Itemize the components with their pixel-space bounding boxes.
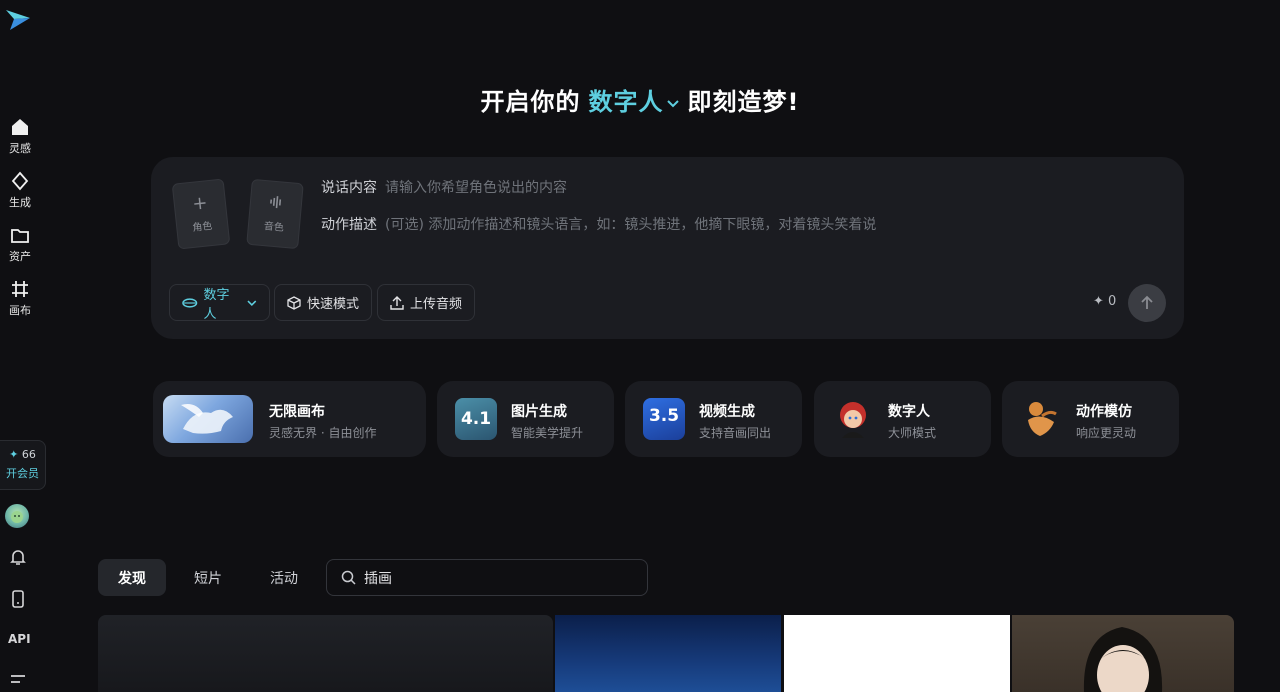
points-count: 66 bbox=[21, 448, 36, 461]
prompt-composer: + 角色 音色 说话内容 请输入你希望角色说出的内容 动作描述 (可选) 添加动作描… bbox=[151, 157, 1184, 339]
feature-subtitle: 大师模式 bbox=[888, 426, 937, 440]
pegasus-icon bbox=[181, 404, 233, 434]
chevron-down-icon[interactable] bbox=[666, 96, 680, 110]
sparkle-icon: ✦ bbox=[9, 448, 19, 461]
dancer-figure-icon bbox=[1028, 402, 1057, 436]
fast-mode-button[interactable]: 快速模式 bbox=[274, 284, 372, 321]
plus-icon: + bbox=[191, 192, 209, 215]
feature-card-infinite-canvas[interactable]: 无限画布 灵感无界 · 自由创作 bbox=[153, 381, 426, 457]
sidebar-item-generate[interactable]: 生成 bbox=[0, 171, 40, 210]
feature-card-image-generation[interactable]: 4.1 图片生成 智能美学提升 bbox=[437, 381, 614, 457]
headline-mode-selector[interactable]: 数字人 bbox=[589, 88, 664, 116]
vip-label: 开会员 bbox=[6, 467, 39, 480]
feature-card-digital-human[interactable]: 数字人 大师模式 bbox=[814, 381, 991, 457]
sidebar-item-label: 灵感 bbox=[9, 142, 31, 155]
character-upload-slot[interactable]: + 角色 bbox=[171, 178, 231, 250]
app-logo-icon[interactable] bbox=[4, 6, 32, 32]
gallery-item[interactable] bbox=[1012, 615, 1234, 692]
feature-title: 视频生成 bbox=[699, 404, 755, 420]
tab-activities[interactable]: 活动 bbox=[250, 559, 318, 596]
api-link[interactable]: API bbox=[8, 632, 31, 646]
headline-suffix: 即刻造梦! bbox=[687, 88, 800, 116]
upload-audio-button[interactable]: 上传音频 bbox=[377, 284, 475, 321]
chip-label: 上传音频 bbox=[410, 297, 463, 312]
gallery-item[interactable] bbox=[784, 615, 1010, 692]
voice-upload-slot[interactable]: 音色 bbox=[246, 178, 304, 250]
sidebar-item-assets[interactable]: 资产 bbox=[0, 225, 40, 264]
tab-discover[interactable]: 发现 bbox=[98, 559, 166, 596]
sidebar-item-inspiration[interactable]: 灵感 bbox=[0, 117, 40, 156]
search-icon bbox=[341, 570, 356, 585]
bell-icon[interactable] bbox=[8, 547, 28, 567]
pegasus-thumbnail bbox=[163, 395, 253, 443]
chip-label: 数字人 bbox=[203, 287, 230, 322]
cube-icon bbox=[287, 295, 301, 310]
speech-label: 说话内容 bbox=[321, 180, 377, 196]
feature-title: 数字人 bbox=[888, 404, 930, 420]
credit-cost: ✦ 0 bbox=[1093, 294, 1116, 309]
home-icon bbox=[12, 119, 28, 135]
upload-icon bbox=[390, 295, 404, 310]
sidebar-item-label: 资产 bbox=[9, 250, 31, 263]
feature-title: 无限画布 bbox=[269, 404, 325, 420]
folder-icon bbox=[11, 229, 29, 243]
feature-subtitle: 灵感无界 · 自由创作 bbox=[269, 426, 377, 440]
search-box[interactable] bbox=[326, 559, 648, 596]
avatar-icon bbox=[11, 511, 23, 523]
vip-membership-button[interactable]: ✦ 66 开会员 bbox=[0, 440, 46, 490]
arrow-up-icon bbox=[1141, 295, 1153, 309]
sidebar-item-canvas[interactable]: 画布 bbox=[0, 279, 40, 318]
image-model-badge: 4.1 bbox=[455, 398, 497, 440]
video-model-badge: 3.5 bbox=[643, 398, 685, 440]
action-label: 动作描述 bbox=[321, 217, 377, 233]
digital-human-mode-button[interactable]: 数字人 bbox=[169, 284, 270, 322]
sidebar-item-label: 画布 bbox=[9, 304, 31, 317]
character-portrait-icon bbox=[840, 402, 866, 438]
page-headline: 开启你的 数字人 即刻造梦! bbox=[0, 82, 1280, 117]
menu-icon[interactable] bbox=[8, 672, 28, 692]
feature-subtitle: 智能美学提升 bbox=[511, 426, 584, 440]
feature-subtitle: 响应更灵动 bbox=[1076, 426, 1137, 440]
speech-content-field[interactable]: 说话内容 请输入你希望角色说出的内容 bbox=[321, 177, 567, 197]
lips-icon bbox=[182, 297, 198, 308]
feature-card-motion-mimic[interactable]: 动作模仿 响应更灵动 bbox=[1002, 381, 1179, 457]
search-input[interactable] bbox=[364, 569, 624, 586]
feature-title: 动作模仿 bbox=[1076, 404, 1132, 420]
chevron-down-icon bbox=[247, 300, 257, 306]
sparkle-icon: ✦ bbox=[1093, 294, 1104, 309]
sidebar-item-label: 生成 bbox=[9, 196, 31, 209]
avatar[interactable] bbox=[5, 504, 29, 528]
action-description-field[interactable]: 动作描述 (可选) 添加动作描述和镜头语言，如：镜头推进，他摘下眼镜，对着镜头笑着… bbox=[321, 214, 876, 234]
gallery-item[interactable] bbox=[98, 615, 553, 692]
canvas-grid-icon bbox=[12, 281, 28, 297]
waveform-icon bbox=[270, 196, 282, 209]
tab-shorts[interactable]: 短片 bbox=[174, 559, 242, 596]
feature-card-video-generation[interactable]: 3.5 视频生成 支持音画同出 bbox=[625, 381, 802, 457]
slot-label: 音色 bbox=[263, 221, 285, 234]
send-button[interactable] bbox=[1128, 284, 1166, 322]
action-placeholder: (可选) 添加动作描述和镜头语言，如：镜头推进，他摘下眼镜，对着镜头笑着说 bbox=[385, 217, 877, 233]
feature-subtitle: 支持音画同出 bbox=[699, 426, 772, 440]
sparkle-diamond-icon bbox=[11, 171, 29, 191]
headline-prefix: 开启你的 bbox=[480, 88, 581, 116]
mobile-phone-icon[interactable] bbox=[8, 589, 28, 609]
speech-placeholder: 请输入你希望角色说出的内容 bbox=[385, 180, 567, 196]
gallery-item[interactable] bbox=[555, 615, 781, 692]
credit-cost-value: 0 bbox=[1108, 294, 1117, 309]
slot-label: 角色 bbox=[191, 220, 213, 234]
portrait-image bbox=[1083, 627, 1163, 692]
chip-label: 快速模式 bbox=[307, 297, 360, 312]
feature-title: 图片生成 bbox=[511, 404, 567, 420]
